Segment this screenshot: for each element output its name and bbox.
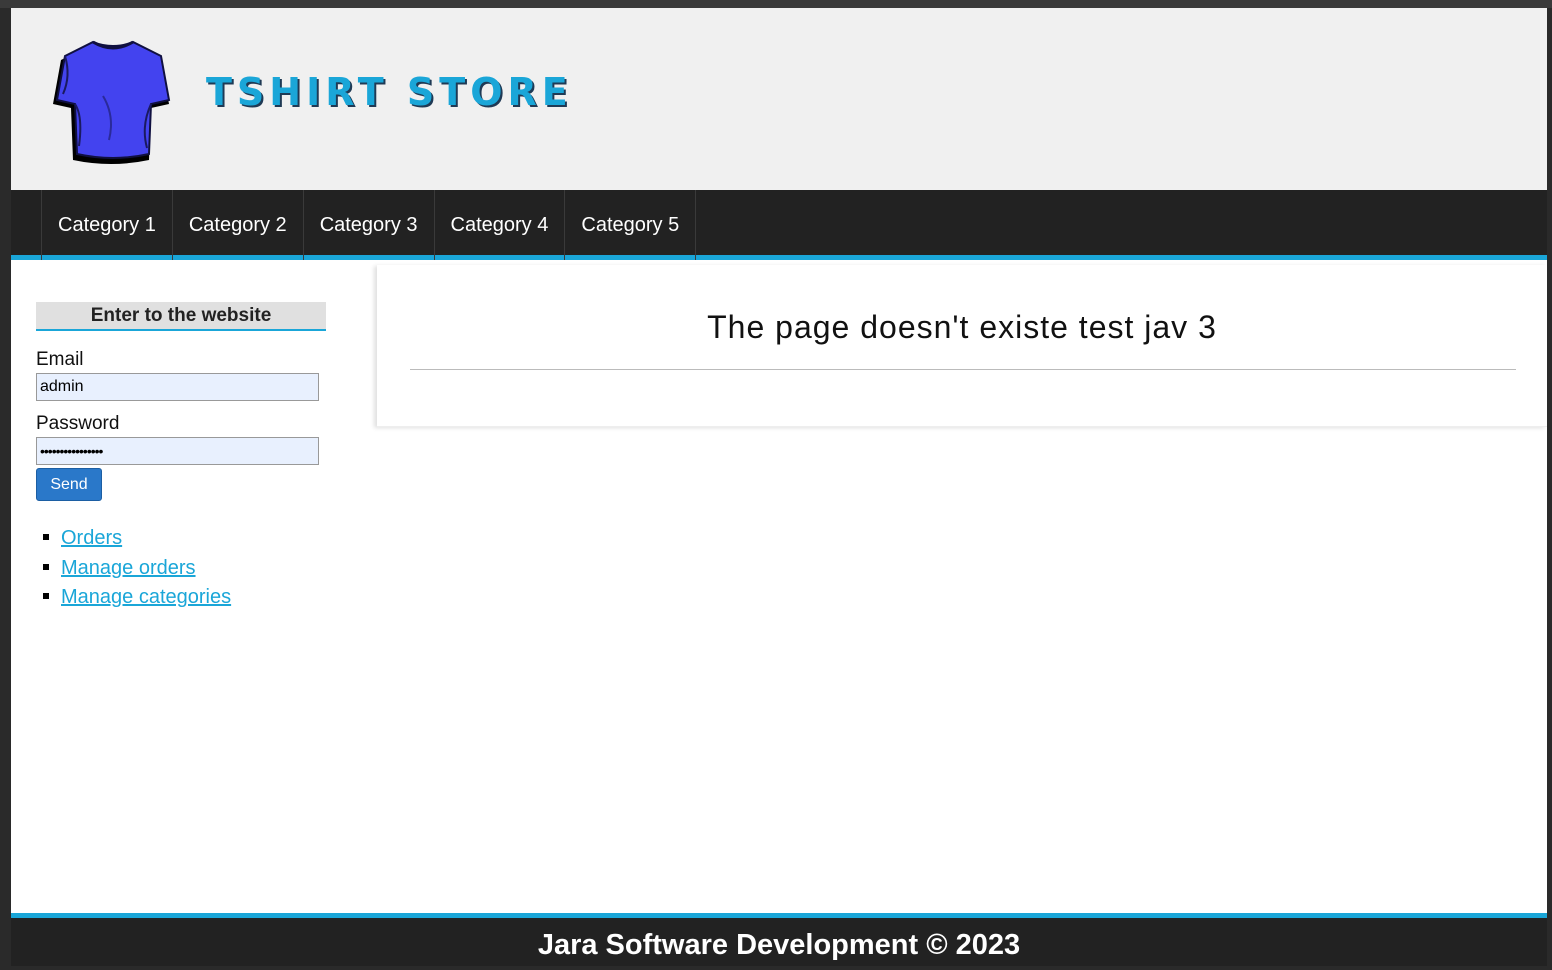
category-nav-list: Category 1 Category 2 Category 3 Categor…	[41, 190, 697, 260]
send-button[interactable]: Send	[36, 468, 102, 501]
store-title[interactable]: TSHIRT STORE	[206, 70, 573, 114]
nav-item-category-5[interactable]: Category 5	[564, 190, 697, 260]
page-title: The page doesn't existe test jav 3	[707, 309, 1217, 345]
page: TSHIRT STORE Category 1 Category 2 Categ…	[11, 8, 1547, 966]
login-heading: Enter to the website	[36, 302, 326, 331]
list-item: Orders	[36, 527, 336, 557]
password-field[interactable]: ••••••••••••••••	[36, 437, 319, 465]
bullet-icon	[43, 534, 49, 540]
admin-links: Orders Manage orders Manage categories	[36, 527, 336, 616]
email-field[interactable]	[36, 373, 319, 401]
site-footer: Jara Software Development © 2023	[11, 913, 1547, 966]
nav-item-category-2[interactable]: Category 2	[171, 190, 303, 260]
divider	[410, 369, 1516, 370]
nav-item-category-3[interactable]: Category 3	[302, 190, 434, 260]
main-content: The page doesn't existe test jav 3	[377, 265, 1547, 427]
orders-link[interactable]: Orders	[61, 527, 122, 549]
sidebar: Enter to the website Email Password ••••…	[36, 302, 336, 616]
site-header: TSHIRT STORE	[11, 8, 1547, 190]
nav-item-category-4[interactable]: Category 4	[433, 190, 565, 260]
manage-orders-link[interactable]: Manage orders	[61, 557, 196, 579]
tshirt-icon[interactable]	[53, 36, 173, 164]
nav-item-category-1[interactable]: Category 1	[41, 190, 172, 260]
browser-top-edge	[0, 0, 1552, 8]
email-label: Email	[36, 349, 84, 370]
category-nav: Category 1 Category 2 Category 3 Categor…	[11, 190, 1547, 260]
password-label: Password	[36, 413, 120, 434]
list-item: Manage orders	[36, 557, 336, 587]
list-item: Manage categories	[36, 586, 336, 616]
footer-copyright: Jara Software Development © 2023	[537, 929, 1021, 961]
bullet-icon	[43, 563, 49, 570]
manage-categories-link[interactable]: Manage categories	[61, 586, 231, 608]
bullet-icon	[43, 593, 49, 599]
